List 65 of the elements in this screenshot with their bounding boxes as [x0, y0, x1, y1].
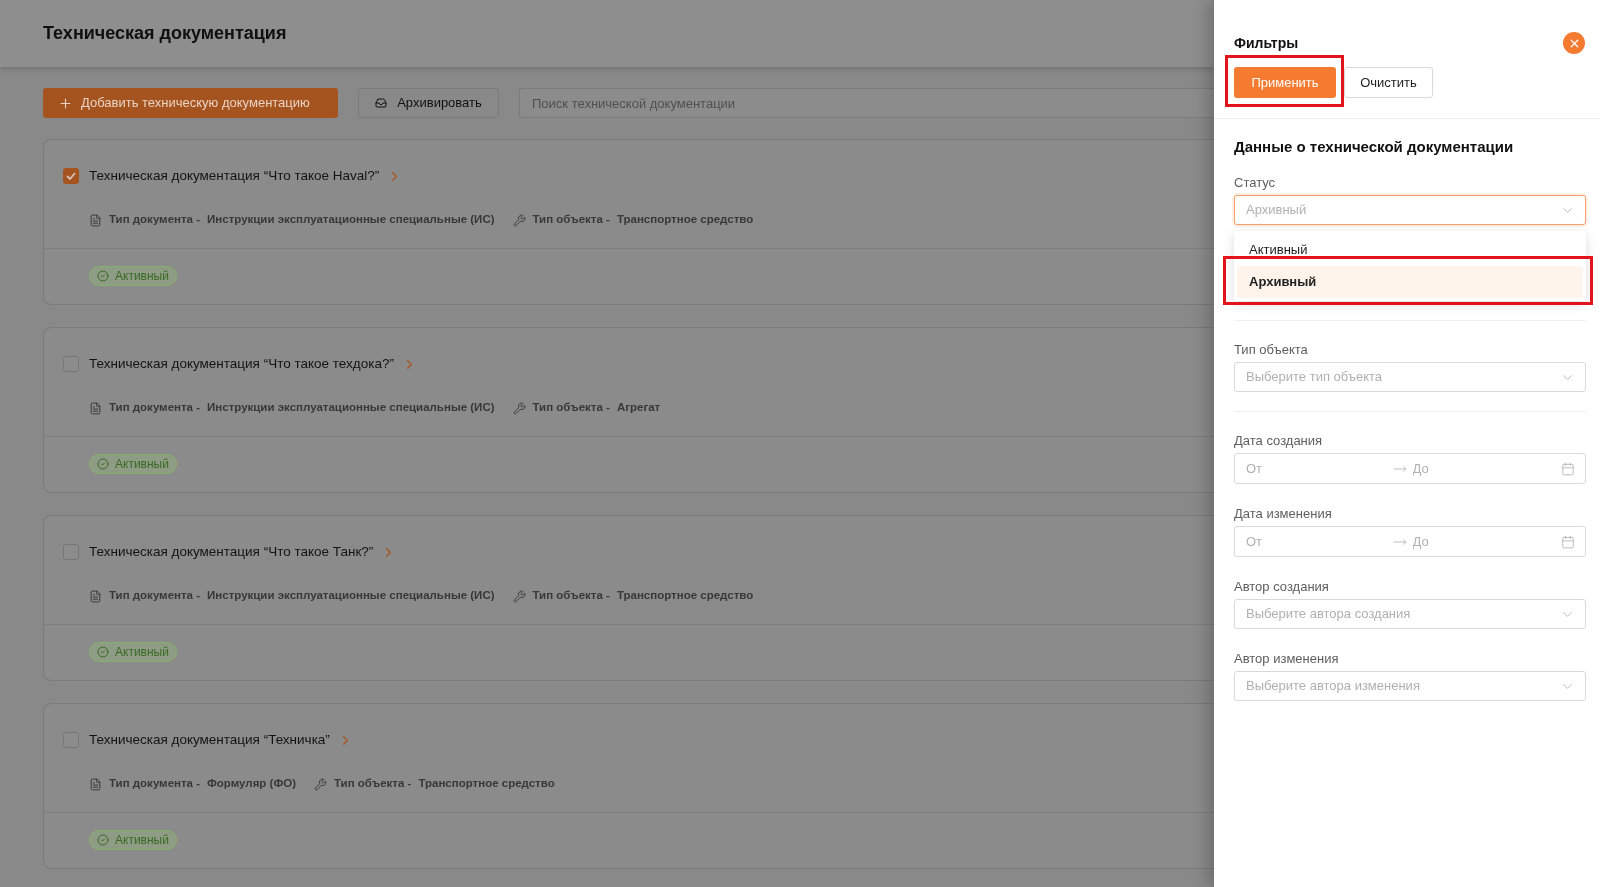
dropdown-option[interactable]: Активный [1237, 234, 1583, 266]
meta-label: Тип документа - [109, 400, 201, 416]
field-label: Автор создания [1234, 578, 1330, 596]
field-label: Статус [1234, 174, 1277, 192]
apply-button[interactable]: Применить [1234, 67, 1336, 98]
meta-value: Транспортное средство [418, 776, 555, 792]
check-circle-icon [97, 646, 109, 658]
check-circle-icon [97, 270, 109, 282]
add-button[interactable]: Добавить техническую документацию [43, 88, 338, 118]
document-icon [89, 589, 102, 603]
document-title[interactable]: Техническая документация “Что такое Танк?” [89, 541, 374, 563]
date-range-field[interactable]: От До [1234, 526, 1586, 557]
date-from-input[interactable]: От [1246, 531, 1387, 552]
meta-label: Тип документа - [109, 212, 201, 228]
document-icon [89, 213, 102, 227]
status-tag: Активный [89, 266, 177, 286]
dropdown-option[interactable]: Архивный [1237, 266, 1583, 298]
page-title: Техническая документация [43, 22, 287, 45]
search-field[interactable]: Поиск технической документации [519, 88, 1214, 118]
document-title[interactable]: Техническая документация “Что такое Haval?” [89, 165, 380, 187]
meta-label: Тип объекта - [334, 776, 412, 792]
meta-value: Инструкции эксплуатационные специальные (ИС) [207, 212, 495, 228]
field-label: Тип объекта [1234, 341, 1309, 359]
meta-value: Транспортное средство [616, 212, 754, 228]
meta-label: Тип объекта - [532, 212, 610, 228]
wrench-icon [314, 777, 327, 791]
status-tag: Активный [89, 830, 177, 850]
date-from-input[interactable]: От [1246, 458, 1387, 479]
plus-icon [58, 95, 73, 111]
document-title[interactable]: Техническая документация “Что такое техдока?” [89, 353, 394, 375]
document-icon [89, 777, 102, 791]
field-label: Дата изменения [1234, 505, 1333, 523]
calendar-icon [1561, 461, 1575, 476]
meta-label: Тип объекта - [532, 400, 610, 416]
check-circle-icon [97, 458, 109, 470]
check-icon [66, 172, 76, 180]
document-title[interactable]: Техническая документация “Техничка” [89, 729, 330, 751]
meta-value: Агрегат [616, 400, 661, 416]
field-label: Автор изменения [1234, 650, 1340, 668]
inbox-icon [375, 97, 388, 109]
checkbox[interactable] [63, 168, 79, 184]
meta-value: Формуляр (ФО) [207, 776, 296, 792]
panel-title: Фильтры [1234, 33, 1299, 53]
meta-label: Тип документа - [109, 588, 201, 604]
check-circle-icon [97, 834, 109, 846]
date-range-field[interactable]: От До [1234, 453, 1586, 484]
date-to-input[interactable]: До [1412, 531, 1553, 552]
wrench-icon [512, 213, 526, 227]
archive-button[interactable]: Архивировать [358, 88, 499, 118]
calendar-icon [1561, 534, 1575, 549]
meta-label: Тип объекта - [532, 588, 610, 604]
document-icon [89, 401, 102, 415]
clear-button[interactable]: Очистить [1344, 67, 1433, 98]
meta-value: Инструкции эксплуатационные специальные (ИС) [207, 400, 495, 416]
meta-value: Инструкции эксплуатационные специальные (ИС) [207, 588, 495, 604]
status-tag: Активный [89, 642, 177, 662]
section-title: Данные о технической документации [1234, 137, 1515, 157]
wrench-icon [512, 589, 526, 603]
date-to-input[interactable]: До [1412, 458, 1553, 479]
meta-value: Транспортное средство [616, 588, 754, 604]
field-label: Дата создания [1234, 432, 1324, 450]
status-tag: Активный [89, 454, 177, 474]
close-button[interactable] [1563, 32, 1585, 54]
wrench-icon [512, 401, 526, 415]
meta-label: Тип документа - [109, 776, 201, 792]
